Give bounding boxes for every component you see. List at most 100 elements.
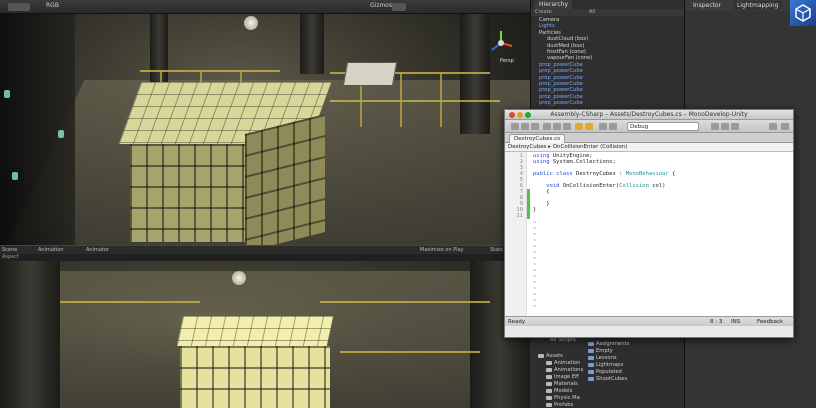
change-marker	[527, 213, 530, 219]
editor-toolbar: Debug	[505, 120, 793, 133]
cube-stack-front[interactable]	[130, 144, 245, 242]
hierarchy-item[interactable]: dustMed (box)	[547, 43, 584, 49]
empty-line-marker: ~	[533, 304, 537, 310]
hierarchy-item[interactable]: prop_powerCube	[539, 81, 583, 87]
scene-asset[interactable]: Populated	[588, 369, 622, 375]
hierarchy-item[interactable]: Particles	[539, 30, 561, 36]
line-number-gutter: 1 2 3 4 5 6 7 8 9 10 11	[505, 152, 527, 316]
hierarchy-panel: Hierarchy Create All Camera Lights Particl…	[530, 0, 684, 110]
line-number: 11	[516, 213, 523, 219]
copy-icon[interactable]	[553, 123, 561, 130]
debug-icon[interactable]	[711, 123, 719, 130]
scene-wall-left	[0, 14, 75, 245]
shading-dropdown[interactable]	[8, 3, 30, 11]
create-dropdown[interactable]: Create	[535, 9, 552, 15]
search-input[interactable]: All	[589, 9, 595, 15]
hierarchy-item[interactable]: frostFan (cone)	[547, 49, 586, 55]
stats-toggle[interactable]: Stats	[490, 247, 503, 253]
assets-root[interactable]: Assets	[538, 353, 563, 359]
rgb-dropdown[interactable]: RGB	[46, 2, 59, 9]
search-field[interactable]	[392, 3, 406, 11]
hierarchy-item[interactable]: dustCloud (box)	[547, 36, 588, 42]
assets-label: Assets	[546, 353, 563, 359]
run-icon[interactable]	[609, 123, 617, 130]
folder-icon	[538, 353, 544, 358]
monodevelop-window: Assembly-CSharp – Assets/DestroyCubes.cs…	[504, 109, 794, 338]
project-folder[interactable]: Physic Ma	[546, 395, 580, 401]
particle-icon[interactable]	[12, 172, 18, 180]
open-icon[interactable]	[521, 123, 529, 130]
status-bar: Ready 8 : 3 INS Feedback	[505, 316, 793, 326]
gizmos-dropdown[interactable]: Gizmos	[370, 2, 392, 9]
step-into-icon[interactable]	[731, 123, 739, 130]
hierarchy-item[interactable]: prop_powerCube	[539, 75, 583, 81]
hierarchy-item[interactable]: prop_powerCube	[539, 87, 583, 93]
project-folder[interactable]: Prefabs	[546, 402, 573, 408]
game-view[interactable]	[0, 261, 530, 408]
hierarchy-item[interactable]: prop_powerCube	[539, 94, 583, 100]
scene-asset[interactable]: Empty	[588, 348, 613, 354]
scene-toolbar: RGB Gizmos	[0, 0, 530, 14]
minimize-icon[interactable]	[517, 112, 523, 118]
undo-icon[interactable]	[575, 123, 583, 130]
scene-view[interactable]: Persp RGB Gizmos	[0, 0, 530, 245]
window-titlebar[interactable]: Assembly-CSharp – Assets/DestroyCubes.cs…	[505, 110, 793, 120]
scene-label: ShootCubes	[596, 376, 628, 382]
code-line: {	[533, 189, 550, 195]
scene-asset[interactable]: Assignments	[588, 341, 629, 347]
cube-stack-side[interactable]	[245, 114, 325, 245]
project-folder[interactable]: Models	[546, 388, 572, 394]
scene-gizmo-icon[interactable]	[486, 28, 516, 58]
folder-icon	[546, 360, 552, 365]
close-icon[interactable]	[509, 112, 515, 118]
project-folder[interactable]: Animation	[546, 360, 580, 366]
hierarchy-item[interactable]: vapourFan (cone)	[547, 55, 592, 61]
tab-animator[interactable]: Animator	[86, 247, 109, 253]
hierarchy-item[interactable]: Camera	[539, 17, 559, 23]
tab-lightmapping[interactable]: Lightmapping	[733, 1, 783, 10]
aspect-bar: Aspect	[0, 254, 530, 261]
scene-label: Empty	[596, 348, 613, 354]
tab-scene[interactable]: Scene	[2, 247, 17, 253]
folder-label: Materials	[554, 381, 578, 387]
scene-asset[interactable]: Lightmaps	[588, 362, 623, 368]
project-folder[interactable]: Image Eff	[546, 374, 579, 380]
aspect-dropdown[interactable]: Aspect	[2, 254, 19, 260]
folder-label: Physic Ma	[554, 395, 580, 401]
project-folder[interactable]: Materials	[546, 381, 578, 387]
particle-icon[interactable]	[58, 130, 64, 138]
scene-asset[interactable]: ShootCubes	[588, 376, 627, 382]
tab-destroycubes-cs[interactable]: DestroyCubes.cs	[509, 134, 566, 143]
step-icon[interactable]	[721, 123, 729, 130]
zoom-icon[interactable]	[525, 112, 531, 118]
code-editor[interactable]: 1 2 3 4 5 6 7 8 9 10 11 using UnityEngine; using S…	[505, 152, 793, 316]
hierarchy-item[interactable]: Lights	[539, 23, 555, 29]
folder-label: Prefabs	[554, 402, 574, 408]
configuration-select[interactable]: Debug	[627, 122, 699, 131]
maximize-on-play-toggle[interactable]: Maximize on Play	[420, 247, 464, 253]
feedback-button[interactable]: Feedback	[757, 317, 783, 327]
scene-asset[interactable]: Lessons	[588, 355, 617, 361]
particle-icon[interactable]	[4, 90, 10, 98]
hierarchy-item[interactable]: prop_powerCube	[539, 100, 583, 106]
hierarchy-item[interactable]: prop_powerCube	[539, 62, 583, 68]
railing	[330, 100, 500, 102]
light-bulb[interactable]	[244, 16, 258, 30]
build-icon[interactable]	[599, 123, 607, 130]
folder-icon	[546, 388, 552, 393]
nav-back-icon[interactable]	[769, 123, 777, 130]
power-box-prop[interactable]	[342, 62, 398, 86]
code-breadcrumb[interactable]: DestroyCubes ▸ OnCollisionEnter (Collisi…	[505, 143, 793, 152]
hierarchy-item[interactable]: prop_powerCube	[539, 68, 583, 74]
code-line: public class DestroyCubes : MonoBehaviou…	[533, 171, 676, 177]
paste-icon[interactable]	[563, 123, 571, 130]
tab-animation[interactable]: Animation	[38, 247, 64, 253]
nav-forward-icon[interactable]	[781, 123, 789, 130]
tab-inspector[interactable]: Inspector	[689, 1, 725, 10]
redo-icon[interactable]	[585, 123, 593, 130]
project-folder[interactable]: Animations	[546, 367, 583, 373]
cut-icon[interactable]	[543, 123, 551, 130]
new-file-icon[interactable]	[511, 123, 519, 130]
tab-hierarchy[interactable]: Hierarchy	[535, 0, 573, 9]
save-icon[interactable]	[531, 123, 539, 130]
